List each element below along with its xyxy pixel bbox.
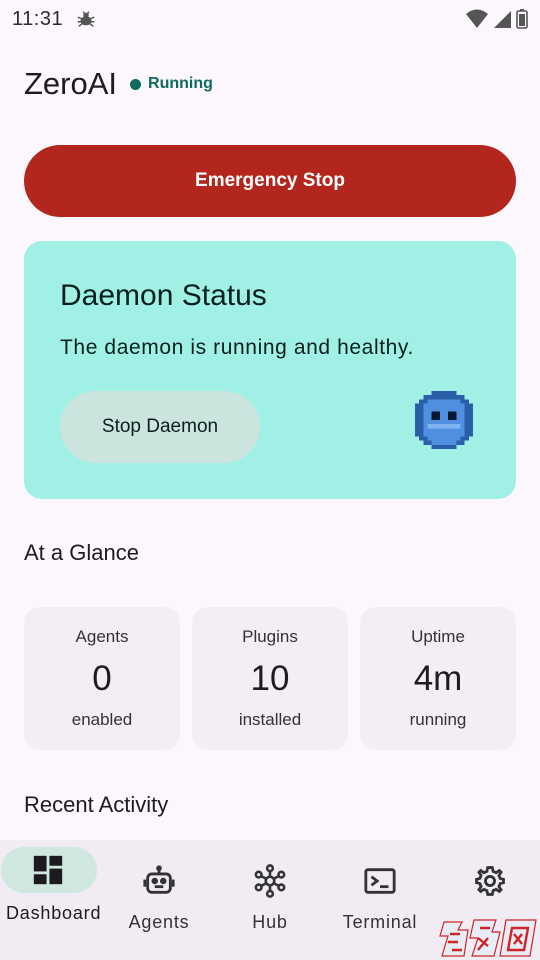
emergency-stop-button[interactable]: Emergency Stop: [24, 145, 516, 217]
at-a-glance-heading: At a Glance: [24, 540, 139, 565]
nav-item-terminal[interactable]: Terminal: [326, 840, 434, 960]
plugins-stat-card: Plugins 10 installed: [192, 607, 348, 750]
robot-icon: [143, 865, 175, 894]
uptime-stat-card: Uptime 4m running: [360, 607, 516, 750]
stat-label: Agents: [75, 627, 129, 646]
stat-label: Plugins: [242, 627, 298, 646]
nav-item-agents[interactable]: Agents: [105, 840, 213, 960]
stat-label: Uptime: [411, 627, 465, 646]
nav-item-dashboard[interactable]: Dashboard: [0, 840, 108, 960]
wifi-icon: [466, 9, 488, 28]
nav-item-hub[interactable]: Hub: [216, 840, 324, 960]
watermark-logo: [439, 919, 537, 957]
terminal-icon: [364, 868, 396, 894]
stat-sublabel: running: [409, 710, 467, 729]
signal-icon: [494, 11, 511, 28]
status-bar: 11:31: [0, 0, 540, 38]
stat-value: 10: [250, 659, 290, 698]
stat-sublabel: enabled: [71, 710, 133, 729]
app-header: ZeroAI Running: [24, 62, 213, 106]
running-status-dot: [130, 78, 142, 90]
nav-label: Terminal: [342, 912, 418, 932]
stat-sublabel: installed: [238, 710, 302, 729]
app-title: ZeroAI: [24, 66, 118, 101]
recent-activity-heading: Recent Activity: [24, 792, 169, 817]
dashboard-icon: [33, 855, 63, 885]
stat-value: 0: [92, 659, 112, 698]
nav-label: Hub: [252, 912, 288, 932]
stop-daemon-button[interactable]: Stop Daemon: [60, 391, 260, 463]
gear-icon: [475, 866, 505, 896]
stat-value: 4m: [413, 659, 463, 698]
pixel-mascot-icon: [415, 391, 473, 449]
daemon-status-card: Daemon Status The daemon is running and …: [24, 241, 516, 499]
running-status-label: Running: [148, 75, 213, 92]
nav-label: Agents: [128, 912, 190, 932]
battery-icon: [516, 9, 528, 29]
agents-stat-card: Agents 0 enabled: [24, 607, 180, 750]
daemon-status-description: The daemon is running and healthy.: [60, 336, 414, 359]
hub-icon: [254, 864, 286, 898]
nav-label: Dashboard: [6, 903, 102, 923]
daemon-status-title: Daemon Status: [60, 279, 267, 312]
bug-notification-icon: [77, 11, 95, 27]
status-icons: [466, 9, 528, 29]
status-time: 11:31: [12, 7, 64, 30]
